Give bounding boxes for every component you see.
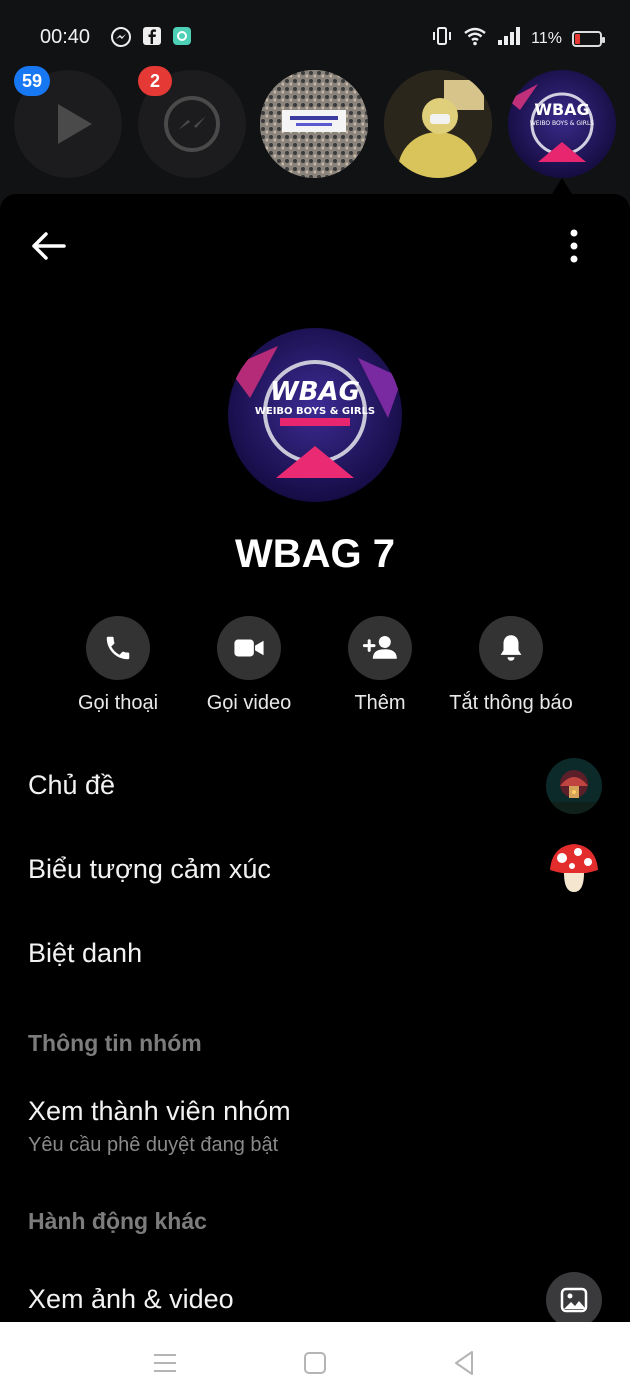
status-time: 00:40: [40, 26, 91, 48]
emoji-preview[interactable]: [546, 840, 602, 896]
system-nav-bar: [0, 1322, 630, 1400]
home-button[interactable]: [300, 1348, 330, 1378]
group-photo: [260, 70, 368, 178]
voice-call-circle[interactable]: [86, 616, 150, 680]
battery-text: 11%: [531, 29, 562, 47]
chat-head-wbag[interactable]: WBAG WEIBO BOYS & GIRLS: [508, 70, 616, 178]
person-photo: [384, 70, 492, 178]
battery-icon: [572, 30, 605, 47]
video-call-circle[interactable]: [217, 616, 281, 680]
add-member-circle[interactable]: [348, 616, 412, 680]
add-person-icon: [362, 636, 397, 659]
svg-text:WEIBO BOYS & GIRLS: WEIBO BOYS & GIRLS: [255, 406, 375, 417]
view-media-label[interactable]: Xem ảnh & video: [28, 1284, 234, 1315]
app-icon: [172, 26, 194, 48]
video-call-button[interactable]: Gọi video: [174, 616, 324, 715]
add-member-label: Thêm: [354, 692, 406, 714]
mushroom-icon: [550, 844, 598, 892]
wbag-logo: WBAG WEIBO BOYS & GIRLS: [508, 70, 616, 178]
nickname-label[interactable]: Biệt danh: [28, 938, 142, 969]
theme-label[interactable]: Chủ đề: [28, 770, 115, 801]
recent-apps-button[interactable]: [150, 1348, 180, 1378]
status-bar: 00:40 11%: [0, 0, 630, 70]
bell-icon: [500, 635, 522, 661]
group-name: WBAG 7: [235, 532, 395, 576]
group-info-title: Thông tin nhóm: [28, 1030, 202, 1056]
view-media-button[interactable]: [546, 1272, 602, 1322]
view-members-label[interactable]: Xem thành viên nhóm: [28, 1096, 291, 1127]
messenger-icon: [110, 26, 132, 48]
status-right-group: 11%: [431, 26, 605, 51]
menu-lines-icon: [154, 1354, 176, 1372]
facebook-icon: [142, 26, 164, 48]
svg-text:WBAG: WBAG: [534, 100, 589, 119]
mute-circle[interactable]: [479, 616, 543, 680]
mute-label: Tắt thông báo: [449, 692, 573, 714]
emoji-label[interactable]: Biểu tượng cảm xúc: [28, 854, 271, 885]
quick-actions: Gọi thoại Gọi video Thêm Tắt thông báo: [0, 616, 630, 726]
home-square-icon: [304, 1352, 326, 1374]
wifi-icon: [463, 26, 487, 51]
add-member-button[interactable]: Thêm: [305, 616, 455, 715]
mute-button[interactable]: Tắt thông báo: [436, 616, 586, 715]
view-members-subtext: Yêu cầu phê duyệt đang bật: [28, 1134, 279, 1156]
chat-head-group-photo[interactable]: [260, 70, 368, 178]
theme-icon: [546, 758, 602, 814]
theme-preview[interactable]: [546, 758, 602, 814]
vibrate-icon: [431, 26, 453, 51]
photo-icon: [560, 1287, 588, 1313]
voice-call-button[interactable]: Gọi thoại: [43, 616, 193, 715]
back-nav-button[interactable]: [450, 1348, 480, 1378]
more-vertical-icon: [570, 229, 578, 263]
more-options-button[interactable]: [562, 226, 586, 266]
video-call-label: Gọi video: [206, 692, 292, 714]
chat-head-pointer: [552, 178, 572, 194]
back-triangle-icon: [455, 1351, 473, 1375]
conversation-settings-sheet: WBAG WEIBO BOYS & GIRLS WBAG 7 Gọi thoại…: [0, 194, 630, 1322]
video-camera-icon: [234, 639, 264, 657]
wbag-logo: WBAG WEIBO BOYS & GIRLS: [228, 328, 402, 502]
chat-head-badge-2: 2: [138, 66, 172, 96]
chat-head-person-photo[interactable]: [384, 70, 492, 178]
group-avatar[interactable]: WBAG WEIBO BOYS & GIRLS: [228, 328, 402, 502]
phone-icon: [106, 636, 130, 660]
chat-heads-bar: 59 2 WBAG WEIBO BOYS & GIRLS: [0, 66, 630, 183]
chat-head-badge-1: 59: [14, 66, 51, 96]
other-actions-title: Hành động khác: [28, 1208, 207, 1234]
signal-icon: [497, 26, 521, 51]
back-arrow-icon: [32, 232, 66, 260]
svg-text:WEIBO BOYS & GIRLS: WEIBO BOYS & GIRLS: [530, 120, 594, 127]
svg-text:WBAG: WBAG: [270, 377, 360, 407]
back-button[interactable]: [28, 224, 72, 268]
voice-call-label: Gọi thoại: [77, 692, 159, 714]
